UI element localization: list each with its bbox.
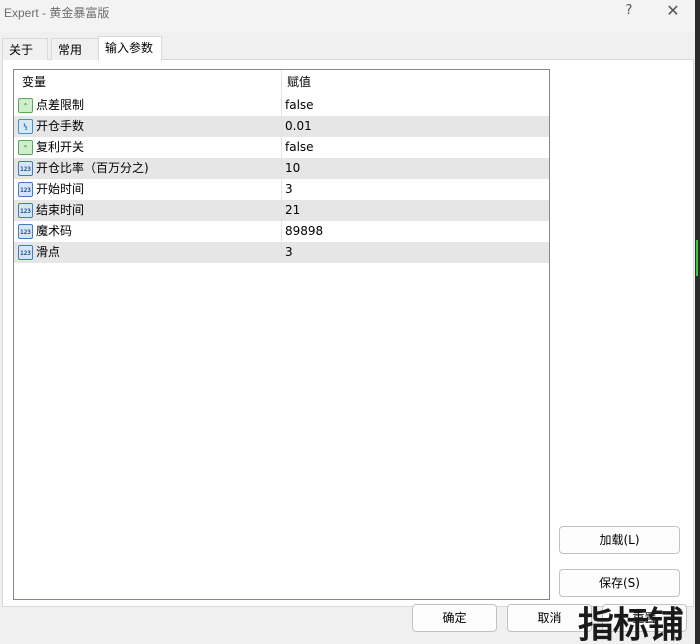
param-name-cell: ⌃ 点差限制 bbox=[16, 95, 282, 116]
title-bar[interactable]: Expert - 黄金暴富版 ? ✕ bbox=[0, 0, 700, 32]
table-row[interactable]: 123 滑点 3 bbox=[14, 242, 549, 263]
param-name-cell: 123 结束时间 bbox=[16, 200, 282, 221]
int-icon: 123 bbox=[18, 161, 33, 176]
tab-inputs[interactable]: 输入参数 bbox=[98, 36, 162, 61]
int-icon: 123 bbox=[18, 203, 33, 218]
param-name: 复利开关 bbox=[36, 140, 85, 154]
table-row[interactable]: ⌃ 复利开关 false bbox=[14, 137, 549, 158]
param-name-cell: 123 开始时间 bbox=[16, 179, 282, 200]
column-header-value[interactable]: 赋值 bbox=[282, 70, 549, 95]
window-edge bbox=[695, 0, 700, 644]
param-name-cell: ⌃ 复利开关 bbox=[16, 137, 282, 158]
param-name: 滑点 bbox=[36, 245, 61, 259]
param-name-cell: 123 开仓比率（百万分之) bbox=[16, 158, 282, 179]
grid-header: 变量 赋值 bbox=[14, 70, 549, 95]
save-button[interactable]: 保存(S) bbox=[559, 569, 680, 597]
tab-about[interactable]: 关于 bbox=[2, 38, 48, 60]
param-name: 结束时间 bbox=[36, 203, 85, 217]
tab-common[interactable]: 常用 bbox=[51, 38, 99, 60]
param-name: 点差限制 bbox=[36, 98, 85, 112]
param-value[interactable]: 10 bbox=[284, 158, 549, 179]
param-name: 开仓手数 bbox=[36, 119, 85, 133]
chart-edge-marker bbox=[696, 240, 698, 276]
param-name-cell: ½ 开仓手数 bbox=[16, 116, 282, 137]
bool-icon: ⌃ bbox=[18, 140, 33, 155]
parameters-grid: 变量 赋值 ⌃ 点差限制 false ½ 开仓手数 0.01 ⌃ 复利开关 fa… bbox=[13, 69, 550, 600]
param-value[interactable]: 3 bbox=[284, 179, 549, 200]
table-row[interactable]: 123 魔术码 89898 bbox=[14, 221, 549, 242]
column-header-variable[interactable]: 变量 bbox=[16, 70, 282, 95]
load-button[interactable]: 加载(L) bbox=[559, 526, 680, 554]
window-title: Expert - 黄金暴富版 bbox=[4, 6, 110, 20]
table-row[interactable]: 123 开始时间 3 bbox=[14, 179, 549, 200]
param-value[interactable]: 21 bbox=[284, 200, 549, 221]
param-value[interactable]: 3 bbox=[284, 242, 549, 263]
int-icon: 123 bbox=[18, 182, 33, 197]
param-name-cell: 123 滑点 bbox=[16, 242, 282, 263]
int-icon: 123 bbox=[18, 245, 33, 260]
param-value[interactable]: false bbox=[284, 95, 549, 116]
bool-icon: ⌃ bbox=[18, 98, 33, 113]
table-row[interactable]: ½ 开仓手数 0.01 bbox=[14, 116, 549, 137]
param-value[interactable]: 89898 bbox=[284, 221, 549, 242]
close-button[interactable]: ✕ bbox=[650, 0, 696, 26]
table-row[interactable]: 123 开仓比率（百万分之) 10 bbox=[14, 158, 549, 179]
table-row[interactable]: 123 结束时间 21 bbox=[14, 200, 549, 221]
param-name: 开仓比率（百万分之) bbox=[36, 161, 149, 175]
grid-rows: ⌃ 点差限制 false ½ 开仓手数 0.01 ⌃ 复利开关 false 12… bbox=[14, 95, 549, 263]
ok-button[interactable]: 确定 bbox=[412, 604, 497, 632]
param-value[interactable]: 0.01 bbox=[284, 116, 549, 137]
table-row[interactable]: ⌃ 点差限制 false bbox=[14, 95, 549, 116]
param-value[interactable]: false bbox=[284, 137, 549, 158]
param-name-cell: 123 魔术码 bbox=[16, 221, 282, 242]
param-name: 开始时间 bbox=[36, 182, 85, 196]
double-icon: ½ bbox=[18, 119, 33, 134]
param-name: 魔术码 bbox=[36, 224, 73, 238]
help-button[interactable]: ? bbox=[606, 0, 652, 26]
watermark-logo: 指标铺 bbox=[578, 605, 684, 644]
int-icon: 123 bbox=[18, 224, 33, 239]
